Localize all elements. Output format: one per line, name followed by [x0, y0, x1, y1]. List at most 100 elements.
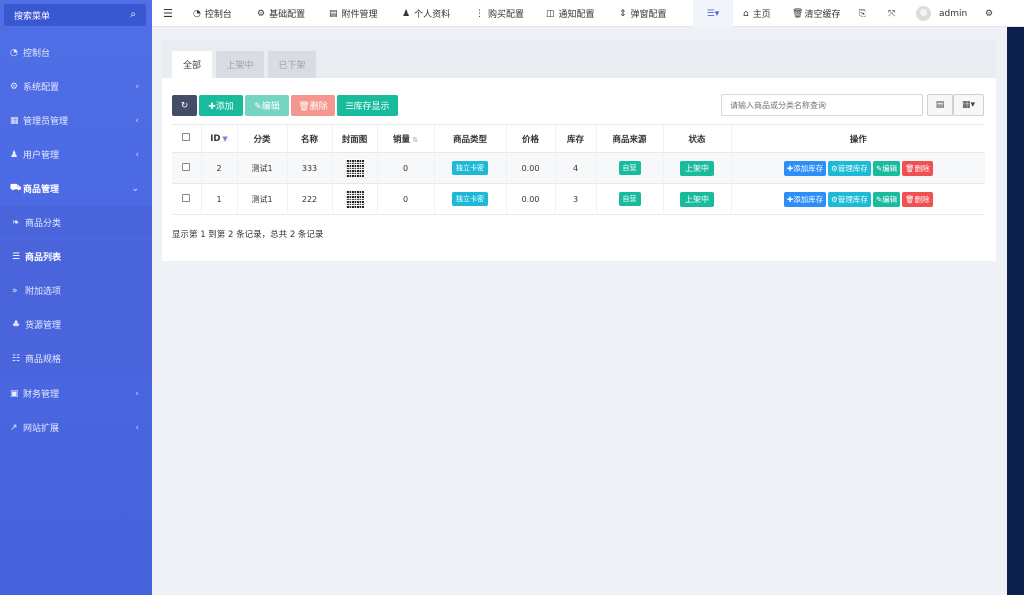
row-edit-button[interactable]: ✎编辑: [872, 160, 901, 176]
refresh-icon: ↻: [180, 100, 189, 111]
nav-dashboard[interactable]: ◔ 控制台: [193, 0, 232, 27]
tab-strip: 全部 上架中 已下架: [162, 40, 996, 78]
nav-home[interactable]: ⌂ 主页: [743, 0, 771, 27]
nav-clear-cache[interactable]: 🗑 清空缓存: [792, 0, 840, 27]
search-input[interactable]: [721, 94, 923, 116]
chevron-left-icon: ‹: [135, 388, 139, 399]
col-sales[interactable]: 销量 ⇅: [376, 124, 434, 153]
user-icon: ♟: [402, 8, 411, 19]
nav-notify-config[interactable]: ◫ 通知配置: [546, 0, 595, 27]
fullscreen-icon[interactable]: ⤧: [888, 0, 895, 27]
search-icon[interactable]: ⌕: [130, 9, 136, 20]
top-navbar: ☰ ◔ 控制台 ⚙ 基础配置 ▤ 附件管理 ♟ 个人资料 ⋮ 购买配置 ◫ 通知配置 ⇕ 弹窗…: [152, 0, 1024, 27]
tab-all[interactable]: 全部: [172, 51, 212, 78]
sidebar-item-label: 系统配置: [23, 83, 60, 93]
type-badge: 独立卡密: [452, 192, 488, 206]
select-all-checkbox[interactable]: [182, 133, 191, 141]
sidebar-item-admin-manage[interactable]: ▦ 管理员管理 ‹: [0, 104, 152, 137]
ellipsis-v-icon: ⋮: [475, 8, 484, 19]
cell-id: 1: [200, 183, 237, 215]
sidebar-item-site-extend[interactable]: ↗ 网站扩展 ‹: [0, 411, 152, 444]
delete-button[interactable]: 🗑删除: [291, 95, 335, 116]
nav-popup-config[interactable]: ⇕ 弹窗配置: [619, 0, 667, 27]
nav-purchase-config[interactable]: ⋮ 购买配置: [475, 0, 524, 27]
settings-icon[interactable]: ⚙: [985, 0, 993, 27]
col-name: 名称: [286, 124, 332, 153]
menu-search[interactable]: 搜索菜单 ⌕: [4, 4, 146, 26]
stock-display-button[interactable]: ☰库存显示: [337, 95, 398, 116]
cell-id: 2: [200, 152, 237, 184]
cover-qr-image[interactable]: [345, 159, 364, 177]
sidebar-toggle-icon[interactable]: ☰: [163, 0, 173, 27]
user-icon: ♟: [10, 149, 19, 160]
add-stock-button[interactable]: ✚添加库存: [783, 191, 827, 207]
list-icon: ☰: [12, 251, 21, 262]
col-type: 商品类型: [433, 124, 506, 153]
table-row: 2 测试1 333 0 独立卡密 0.00 4 自营 上架中 ✚添加库存 ⚙管理库…: [172, 152, 985, 184]
admin-name: admin: [939, 8, 968, 19]
col-source: 商品来源: [595, 124, 663, 153]
row-delete-button[interactable]: 🗑删除: [902, 191, 933, 207]
cogs-icon: ⚙: [10, 81, 19, 92]
sidebar-item-system-config[interactable]: ⚙ 系统配置 ‹: [0, 70, 152, 103]
chevron-left-icon: ‹: [135, 81, 139, 92]
col-id[interactable]: ID ▼: [200, 124, 237, 153]
gear-icon: ⚙: [257, 8, 266, 19]
row-edit-button[interactable]: ✎编辑: [872, 191, 901, 207]
row-checkbox[interactable]: [182, 163, 191, 171]
nav-profile[interactable]: ♟ 个人资料: [402, 0, 450, 27]
sidebar-item-goods-category[interactable]: ❧ 商品分类: [0, 206, 152, 239]
nav-label: 通知配置: [558, 10, 595, 20]
add-button[interactable]: ✚添加: [199, 95, 243, 116]
sidebar-item-dashboard[interactable]: ◔ 控制台: [0, 36, 152, 69]
trash-icon: 🗑: [792, 8, 804, 19]
edit-button[interactable]: ✎编辑: [245, 95, 289, 116]
file-image-icon: ▤: [329, 8, 338, 19]
nav-attachment[interactable]: ▤ 附件管理: [329, 0, 378, 27]
source-badge: 自营: [618, 192, 641, 206]
columns-dropdown-button[interactable]: ▦▾: [953, 94, 984, 116]
nav-label: 个人资料: [414, 10, 451, 20]
add-stock-button[interactable]: ✚添加库存: [783, 160, 827, 176]
user-menu[interactable]: admin: [916, 0, 967, 27]
chevron-down-icon: ⌄: [131, 183, 139, 194]
nav-label: 弹窗配置: [630, 10, 667, 20]
sidebar-item-supply-manage[interactable]: ♣ 货源管理: [0, 308, 152, 341]
sidebar-item-extra-options[interactable]: » 附加选项: [0, 274, 152, 307]
sidebar-item-label: 商品管理: [23, 185, 60, 195]
manage-stock-button[interactable]: ⚙管理库存: [828, 191, 871, 207]
manage-stock-button[interactable]: ⚙管理库存: [828, 160, 871, 176]
sidebar-item-label: 商品规格: [25, 355, 62, 365]
select-all-cell[interactable]: [172, 124, 201, 153]
status-badge[interactable]: 上架中: [680, 160, 714, 176]
sidebar-item-goods-manage[interactable]: ⛟ 商品管理 ⌄: [0, 172, 152, 205]
sidebar-item-user-manage[interactable]: ♟ 用户管理 ‹: [0, 138, 152, 171]
nav-basic-config[interactable]: ⚙ 基础配置: [257, 0, 305, 27]
tab-off-sale[interactable]: 已下架: [268, 51, 316, 78]
sidebar-item-goods-spec[interactable]: ☷ 商品规格: [0, 342, 152, 375]
sitemap-icon: ♣: [12, 319, 21, 330]
id-card-icon: ▦: [10, 115, 19, 126]
leaf-icon: ❧: [12, 217, 20, 228]
goods-table: ID ▼ 分类 名称 封面图 销量 ⇅ 商品类型 价格 库存 商品来源 状态 操作 …: [172, 124, 985, 215]
cover-qr-image[interactable]: [345, 190, 364, 208]
col-actions: 操作: [730, 124, 985, 153]
chevron-left-icon: ‹: [135, 422, 139, 433]
sidebar-item-label: 控制台: [23, 49, 51, 59]
row-checkbox[interactable]: [182, 194, 191, 202]
nav-more-dropdown[interactable]: ☰▾: [693, 0, 733, 27]
status-badge[interactable]: 上架中: [680, 191, 714, 207]
sidebar-item-label: 商品列表: [25, 253, 62, 263]
sidebar-item-finance[interactable]: ▣ 财务管理 ‹: [0, 377, 152, 410]
col-price: 价格: [505, 124, 555, 153]
main-panel: 全部 上架中 已下架 ↻ ✚添加 ✎编辑 🗑删除 ☰库存显示 ▤ ▦▾ ID▼ …: [162, 40, 996, 261]
tab-on-sale[interactable]: 上架中: [216, 51, 264, 78]
dashboard-icon: ◔: [10, 47, 18, 58]
toggle-view-button[interactable]: ▤: [927, 94, 953, 116]
refresh-button[interactable]: ↻: [172, 95, 197, 116]
cell-sales: 0: [376, 152, 434, 184]
row-delete-button[interactable]: 🗑删除: [902, 160, 933, 176]
sidebar-item-label: 用户管理: [23, 151, 60, 161]
language-icon[interactable]: ⎘: [859, 0, 866, 27]
sidebar-item-goods-list[interactable]: ☰ 商品列表: [0, 240, 152, 273]
